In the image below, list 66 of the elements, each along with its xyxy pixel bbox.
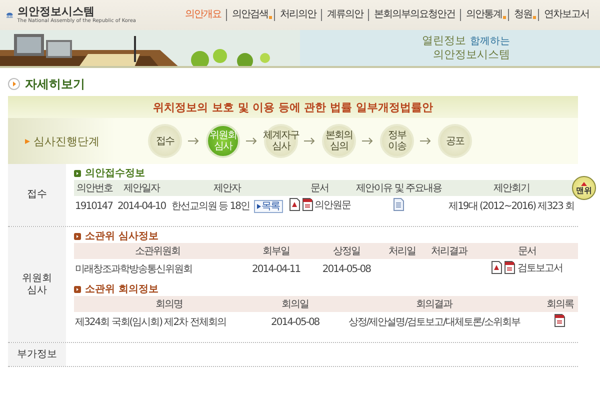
column-header: 회의명 <box>74 296 264 312</box>
hwp-file-icon[interactable] <box>288 198 300 212</box>
column-header: 처리결과 <box>422 243 476 259</box>
arrow-icon <box>24 138 30 144</box>
back-to-top-button[interactable]: 맨위 <box>572 176 596 200</box>
table-cell: 미래창조과학방송통신위원회 <box>74 259 241 279</box>
column-header: 문서 <box>476 243 578 259</box>
arrow-icon <box>420 137 432 145</box>
arrow-icon <box>188 137 200 145</box>
nav-menu-item[interactable]: 연차보고서 <box>539 9 594 21</box>
section-label: 위원회 심사 <box>8 227 66 342</box>
progress-step[interactable]: 본회의 심의 <box>322 124 356 158</box>
document-link[interactable]: 검토보고서 <box>517 260 562 275</box>
column-header: 상정일 <box>311 243 382 259</box>
slogan-text: 의안정보시스템 <box>433 48 510 61</box>
table-cell: 제324회 국회(임시회) 제2차 전체회의 <box>74 312 264 332</box>
nav-menu-item[interactable]: 처리의안 <box>275 9 321 21</box>
column-header: 제안일자 <box>115 180 168 196</box>
table-cell: 상정/제안설명/검토보고/대체토론/소위회부 <box>326 312 542 332</box>
column-header: 의안번호 <box>74 180 116 196</box>
table-cell: 2014-04-10 <box>115 196 168 216</box>
progress-step[interactable]: 정부 이송 <box>380 124 414 158</box>
arrow-icon <box>246 137 258 145</box>
table-cell: 1910147 <box>74 196 116 216</box>
arrow-icon <box>304 137 316 145</box>
pdf-file-icon[interactable] <box>554 314 566 327</box>
slogan-text: 열린정보 함께하는 <box>422 34 510 48</box>
column-header: 소관위원회 <box>74 243 241 259</box>
page-title: 자세히보기 <box>25 77 85 91</box>
list-button[interactable]: 목록 <box>254 200 283 213</box>
section-heading: 소관위 회의정보 <box>85 283 158 296</box>
column-header: 회의록 <box>542 296 578 312</box>
hwp-file-icon[interactable] <box>491 261 502 274</box>
progress-step[interactable]: 공포 <box>438 124 472 158</box>
document-icon[interactable] <box>393 198 404 211</box>
site-title[interactable]: 의안정보시스템 <box>17 6 136 18</box>
nav-menu-item[interactable]: 의안검색 <box>227 9 273 21</box>
nav-menu-item[interactable]: 청원 <box>509 9 537 21</box>
progress-label: 심사진행단계 <box>34 134 100 148</box>
table-cell: 2014-05-08 <box>264 312 326 332</box>
nav-menu-item[interactable]: 계류의안 <box>322 9 368 21</box>
arrow-circle-icon <box>8 78 20 90</box>
column-header: 회의일 <box>264 296 326 312</box>
progress-step[interactable]: 체계자구 심사 <box>264 124 298 158</box>
document-link[interactable]: 의안원문 <box>314 198 351 212</box>
pdf-file-icon[interactable] <box>504 261 516 274</box>
progress-step[interactable]: 접수 <box>148 124 182 158</box>
column-header: 제안이유 및 주요내용 <box>353 180 445 196</box>
section-heading: 소관위 심사정보 <box>85 230 158 243</box>
section-label: 접수 <box>8 164 66 226</box>
column-header: 회의결과 <box>326 296 542 312</box>
table-cell: 한선교의원 등 18인 <box>171 201 250 212</box>
column-header: 문서 <box>286 180 354 196</box>
column-header: 회부일 <box>240 243 312 259</box>
column-header: 처리일 <box>382 243 422 259</box>
section-heading: 의안접수정보 <box>85 167 145 180</box>
nav-menu-item[interactable]: 본회의부의요청안건 <box>369 9 460 21</box>
pdf-file-icon[interactable] <box>302 198 313 212</box>
nav-menu-item[interactable]: 의안통계 <box>461 9 507 21</box>
arrow-icon <box>362 137 374 145</box>
table-cell: 2014-05-08 <box>311 259 382 279</box>
table-cell: 2014-04-11 <box>240 259 312 279</box>
bill-title: 위치정보의 보호 및 이용 등에 관한 법률 일부개정법률안 <box>8 96 578 118</box>
triangle-icon <box>256 204 261 209</box>
column-header: 제안자 <box>168 180 286 196</box>
section-label: 부가정보 <box>8 343 66 366</box>
